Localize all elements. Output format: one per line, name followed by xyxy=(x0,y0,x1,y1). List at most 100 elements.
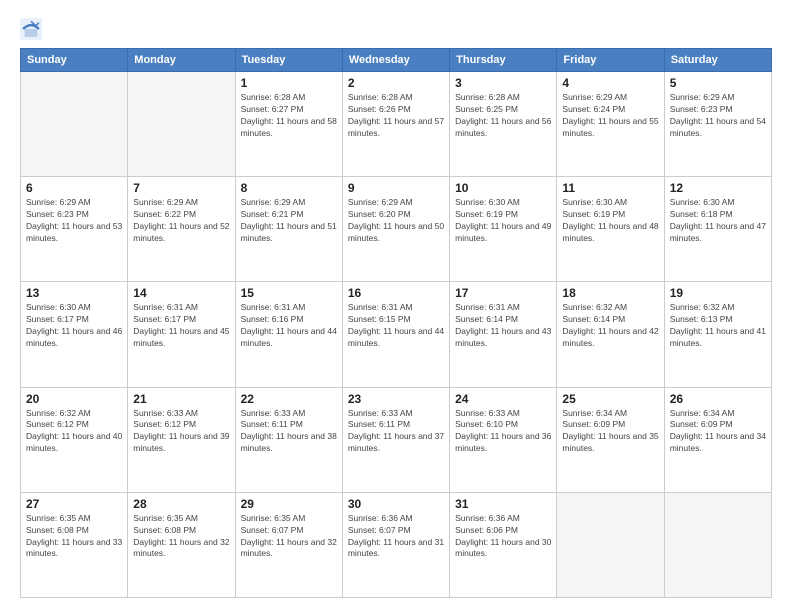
day-cell: 23 Sunrise: 6:33 AMSunset: 6:11 PMDayligh… xyxy=(342,387,449,492)
calendar: SundayMondayTuesdayWednesdayThursdayFrid… xyxy=(20,48,772,598)
day-info: Sunrise: 6:31 AMSunset: 6:17 PMDaylight:… xyxy=(133,302,229,350)
day-cell: 18Sunrise: 6:32 AMSunset: 6:14 PMDayligh… xyxy=(557,282,664,387)
day-cell: 6 Sunrise: 6:29 AMSunset: 6:23 PMDaylight… xyxy=(21,177,128,282)
day-info: Sunrise: 6:31 AMSunset: 6:16 PMDaylight:… xyxy=(241,302,337,350)
day-number: 16 xyxy=(348,286,444,300)
day-info: Sunrise: 6:34 AMSunset: 6:09 PMDaylight:… xyxy=(562,408,658,456)
day-number: 1 xyxy=(241,76,337,90)
day-cell: 16 Sunrise: 6:31 AMSunset: 6:15 PMDayligh… xyxy=(342,282,449,387)
day-info: Sunrise: 6:29 AMSunset: 6:23 PMDaylight:… xyxy=(670,92,766,140)
day-number: 14 xyxy=(133,286,229,300)
day-cell: 19 Sunrise: 6:32 AMSunset: 6:13 PMDayligh… xyxy=(664,282,771,387)
day-number: 15 xyxy=(241,286,337,300)
day-cell: 13Sunrise: 6:30 AMSunset: 6:17 PMDayligh… xyxy=(21,282,128,387)
day-number: 29 xyxy=(241,497,337,511)
day-cell: 24 Sunrise: 6:33 AMSunset: 6:10 PMDayligh… xyxy=(450,387,557,492)
day-number: 11 xyxy=(562,181,658,195)
day-number: 7 xyxy=(133,181,229,195)
day-number: 9 xyxy=(348,181,444,195)
day-cell: 7 Sunrise: 6:29 AMSunset: 6:22 PMDaylight… xyxy=(128,177,235,282)
day-info: Sunrise: 6:29 AMSunset: 6:21 PMDaylight:… xyxy=(241,197,337,245)
logo-icon xyxy=(20,18,42,40)
day-cell: 4 Sunrise: 6:29 AMSunset: 6:24 PMDaylight… xyxy=(557,72,664,177)
week-row-0: 1 Sunrise: 6:28 AMSunset: 6:27 PMDaylight… xyxy=(21,72,772,177)
day-info: Sunrise: 6:36 AMSunset: 6:07 PMDaylight:… xyxy=(348,513,444,561)
day-number: 24 xyxy=(455,392,551,406)
day-cell: 14 Sunrise: 6:31 AMSunset: 6:17 PMDayligh… xyxy=(128,282,235,387)
day-number: 25 xyxy=(562,392,658,406)
day-cell: 20Sunrise: 6:32 AMSunset: 6:12 PMDayligh… xyxy=(21,387,128,492)
day-cell xyxy=(128,72,235,177)
day-number: 6 xyxy=(26,181,122,195)
day-cell: 29 Sunrise: 6:35 AMSunset: 6:07 PMDayligh… xyxy=(235,492,342,597)
day-cell: 5 Sunrise: 6:29 AMSunset: 6:23 PMDaylight… xyxy=(664,72,771,177)
header-sunday: Sunday xyxy=(21,49,128,72)
day-info: Sunrise: 6:29 AMSunset: 6:20 PMDaylight:… xyxy=(348,197,444,245)
day-info: Sunrise: 6:29 AMSunset: 6:22 PMDaylight:… xyxy=(133,197,229,245)
day-cell: 1 Sunrise: 6:28 AMSunset: 6:27 PMDaylight… xyxy=(235,72,342,177)
day-info: Sunrise: 6:32 AMSunset: 6:13 PMDaylight:… xyxy=(670,302,766,350)
day-number: 17 xyxy=(455,286,551,300)
day-number: 3 xyxy=(455,76,551,90)
day-cell: 21Sunrise: 6:33 AMSunset: 6:12 PMDayligh… xyxy=(128,387,235,492)
day-info: Sunrise: 6:28 AMSunset: 6:26 PMDaylight:… xyxy=(348,92,444,140)
day-cell: 26 Sunrise: 6:34 AMSunset: 6:09 PMDayligh… xyxy=(664,387,771,492)
header-wednesday: Wednesday xyxy=(342,49,449,72)
day-number: 30 xyxy=(348,497,444,511)
day-info: Sunrise: 6:33 AMSunset: 6:11 PMDaylight:… xyxy=(241,408,337,456)
day-cell: 8Sunrise: 6:29 AMSunset: 6:21 PMDaylight… xyxy=(235,177,342,282)
day-number: 28 xyxy=(133,497,229,511)
day-number: 4 xyxy=(562,76,658,90)
day-cell: 22 Sunrise: 6:33 AMSunset: 6:11 PMDayligh… xyxy=(235,387,342,492)
day-info: Sunrise: 6:34 AMSunset: 6:09 PMDaylight:… xyxy=(670,408,766,456)
day-cell xyxy=(21,72,128,177)
day-cell: 30 Sunrise: 6:36 AMSunset: 6:07 PMDayligh… xyxy=(342,492,449,597)
day-number: 22 xyxy=(241,392,337,406)
day-info: Sunrise: 6:35 AMSunset: 6:07 PMDaylight:… xyxy=(241,513,337,561)
week-row-1: 6 Sunrise: 6:29 AMSunset: 6:23 PMDaylight… xyxy=(21,177,772,282)
day-number: 2 xyxy=(348,76,444,90)
day-number: 13 xyxy=(26,286,122,300)
day-number: 23 xyxy=(348,392,444,406)
day-info: Sunrise: 6:36 AMSunset: 6:06 PMDaylight:… xyxy=(455,513,551,561)
day-cell: 12 Sunrise: 6:30 AMSunset: 6:18 PMDayligh… xyxy=(664,177,771,282)
day-info: Sunrise: 6:33 AMSunset: 6:11 PMDaylight:… xyxy=(348,408,444,456)
day-number: 10 xyxy=(455,181,551,195)
day-cell xyxy=(664,492,771,597)
page: SundayMondayTuesdayWednesdayThursdayFrid… xyxy=(0,0,792,612)
day-info: Sunrise: 6:28 AMSunset: 6:27 PMDaylight:… xyxy=(241,92,337,140)
day-number: 31 xyxy=(455,497,551,511)
day-cell: 25 Sunrise: 6:34 AMSunset: 6:09 PMDayligh… xyxy=(557,387,664,492)
header-monday: Monday xyxy=(128,49,235,72)
day-info: Sunrise: 6:30 AMSunset: 6:19 PMDaylight:… xyxy=(455,197,551,245)
day-number: 27 xyxy=(26,497,122,511)
day-number: 20 xyxy=(26,392,122,406)
week-row-2: 13Sunrise: 6:30 AMSunset: 6:17 PMDayligh… xyxy=(21,282,772,387)
day-cell: 28 Sunrise: 6:35 AMSunset: 6:08 PMDayligh… xyxy=(128,492,235,597)
day-info: Sunrise: 6:33 AMSunset: 6:10 PMDaylight:… xyxy=(455,408,551,456)
day-number: 26 xyxy=(670,392,766,406)
day-cell: 27Sunrise: 6:35 AMSunset: 6:08 PMDayligh… xyxy=(21,492,128,597)
header-tuesday: Tuesday xyxy=(235,49,342,72)
header-friday: Friday xyxy=(557,49,664,72)
day-info: Sunrise: 6:35 AMSunset: 6:08 PMDaylight:… xyxy=(133,513,229,561)
day-cell: 31 Sunrise: 6:36 AMSunset: 6:06 PMDayligh… xyxy=(450,492,557,597)
day-number: 12 xyxy=(670,181,766,195)
day-info: Sunrise: 6:31 AMSunset: 6:15 PMDaylight:… xyxy=(348,302,444,350)
day-number: 18 xyxy=(562,286,658,300)
header-thursday: Thursday xyxy=(450,49,557,72)
week-row-3: 20Sunrise: 6:32 AMSunset: 6:12 PMDayligh… xyxy=(21,387,772,492)
day-number: 21 xyxy=(133,392,229,406)
day-info: Sunrise: 6:29 AMSunset: 6:23 PMDaylight:… xyxy=(26,197,122,245)
day-info: Sunrise: 6:29 AMSunset: 6:24 PMDaylight:… xyxy=(562,92,658,140)
day-cell: 10 Sunrise: 6:30 AMSunset: 6:19 PMDayligh… xyxy=(450,177,557,282)
day-info: Sunrise: 6:30 AMSunset: 6:18 PMDaylight:… xyxy=(670,197,766,245)
day-cell: 9 Sunrise: 6:29 AMSunset: 6:20 PMDaylight… xyxy=(342,177,449,282)
logo xyxy=(20,18,46,40)
day-info: Sunrise: 6:31 AMSunset: 6:14 PMDaylight:… xyxy=(455,302,551,350)
day-number: 19 xyxy=(670,286,766,300)
day-number: 5 xyxy=(670,76,766,90)
day-cell xyxy=(557,492,664,597)
day-info: Sunrise: 6:28 AMSunset: 6:25 PMDaylight:… xyxy=(455,92,551,140)
week-row-4: 27 Sunrise: 6:35 AMSunset: 6:08 PMDayligh… xyxy=(21,492,772,597)
